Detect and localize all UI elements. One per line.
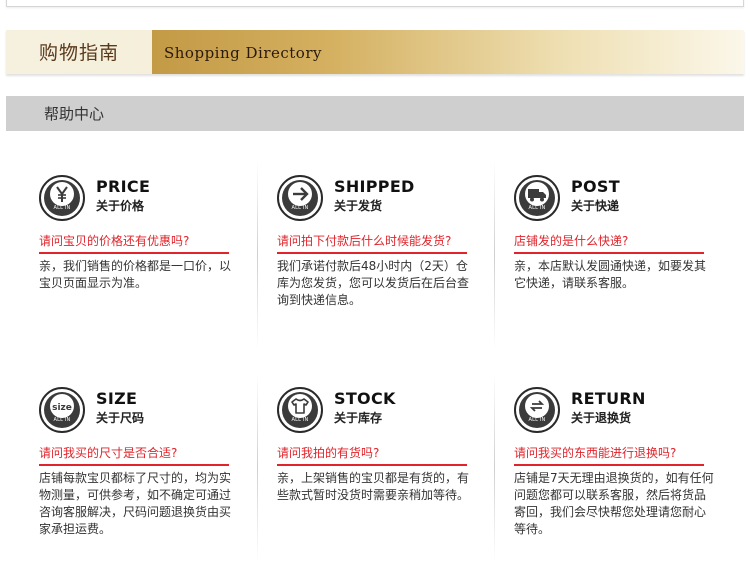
card-title-cn: 关于尺码 xyxy=(96,411,145,425)
icon-badge: ALL IN xyxy=(528,417,546,423)
return-icon: ALL IN xyxy=(514,387,560,433)
truck-icon: ALL IN xyxy=(514,175,560,221)
icon-badge: ALL IN xyxy=(528,205,546,211)
tshirt-icon: ALL IN xyxy=(277,387,323,433)
card-question: 请问我拍的有货吗? xyxy=(277,444,467,466)
card-title-en: STOCK xyxy=(334,389,396,408)
card-title-en: SHIPPED xyxy=(334,177,415,196)
shopping-directory-banner: 购物指南 Shopping Directory xyxy=(6,30,744,74)
size-icon-text: size xyxy=(52,403,72,413)
card-answer: 亲，我们销售的价格都是一口价，以宝贝页面显示为准。 xyxy=(39,259,232,290)
card-title-cn: 关于快递 xyxy=(571,199,620,213)
column-divider xyxy=(257,160,258,350)
card-answer: 亲，上架销售的宝贝都是有货的，有些款式暂时没货时需要亲稍加等待。 xyxy=(277,471,470,502)
icon-badge: ALL IN xyxy=(291,417,309,423)
card-question: 请问宝贝的价格还有优惠吗? xyxy=(39,232,229,254)
card-title-cn: 关于库存 xyxy=(334,411,383,425)
top-frame xyxy=(6,0,744,7)
card-question: 请问我买的尺寸是否合适? xyxy=(39,444,229,466)
size-icon: size ALL IN xyxy=(39,387,85,433)
help-center-title: 帮助中心 xyxy=(44,105,105,123)
card-question: 请问我买的东西能进行退换吗? xyxy=(514,444,704,466)
card-title-en: POST xyxy=(571,177,620,196)
card-title-en: PRICE xyxy=(96,177,151,196)
icon-badge: ALL IN xyxy=(53,205,71,211)
card-title-cn: 关于退换货 xyxy=(571,411,632,425)
banner-title-en: Shopping Directory xyxy=(164,44,322,62)
yen-icon: ALL IN xyxy=(39,175,85,221)
arrow-right-icon: ALL IN xyxy=(277,175,323,221)
icon-badge: ALL IN xyxy=(291,205,309,211)
banner-title-cn: 购物指南 xyxy=(38,42,119,64)
card-title-en: RETURN xyxy=(571,389,646,408)
icon-badge: ALL IN xyxy=(53,417,71,423)
column-divider xyxy=(257,372,258,562)
column-divider xyxy=(494,160,495,350)
card-answer: 店铺是7天无理由退换货的，如有任何问题您都可以联系客服，然后将货品寄回，我们会尽… xyxy=(514,471,714,536)
card-answer: 亲，本店默认发圆通快递，如要发其它快递，请联系客服。 xyxy=(514,259,707,290)
column-divider xyxy=(494,372,495,562)
banner-gold-band: Shopping Directory xyxy=(152,30,744,74)
card-answer: 店铺每款宝贝都标了尺寸的，均为实物测量，可供参考，如不确定可通过咨询客服解决，尺… xyxy=(39,471,232,536)
card-question: 请问拍下付款后什么时候能发货? xyxy=(277,232,467,254)
help-center-bar: 帮助中心 xyxy=(6,96,744,131)
card-title-en: SIZE xyxy=(96,389,138,408)
card-title-cn: 关于价格 xyxy=(96,199,145,213)
card-question: 店铺发的是什么快递? xyxy=(514,232,704,254)
card-title-cn: 关于发货 xyxy=(334,199,383,213)
card-answer: 我们承诺付款后48小时内（2天）仓库为您发货，您可以发货后在后台查询到快递信息。 xyxy=(277,259,470,307)
